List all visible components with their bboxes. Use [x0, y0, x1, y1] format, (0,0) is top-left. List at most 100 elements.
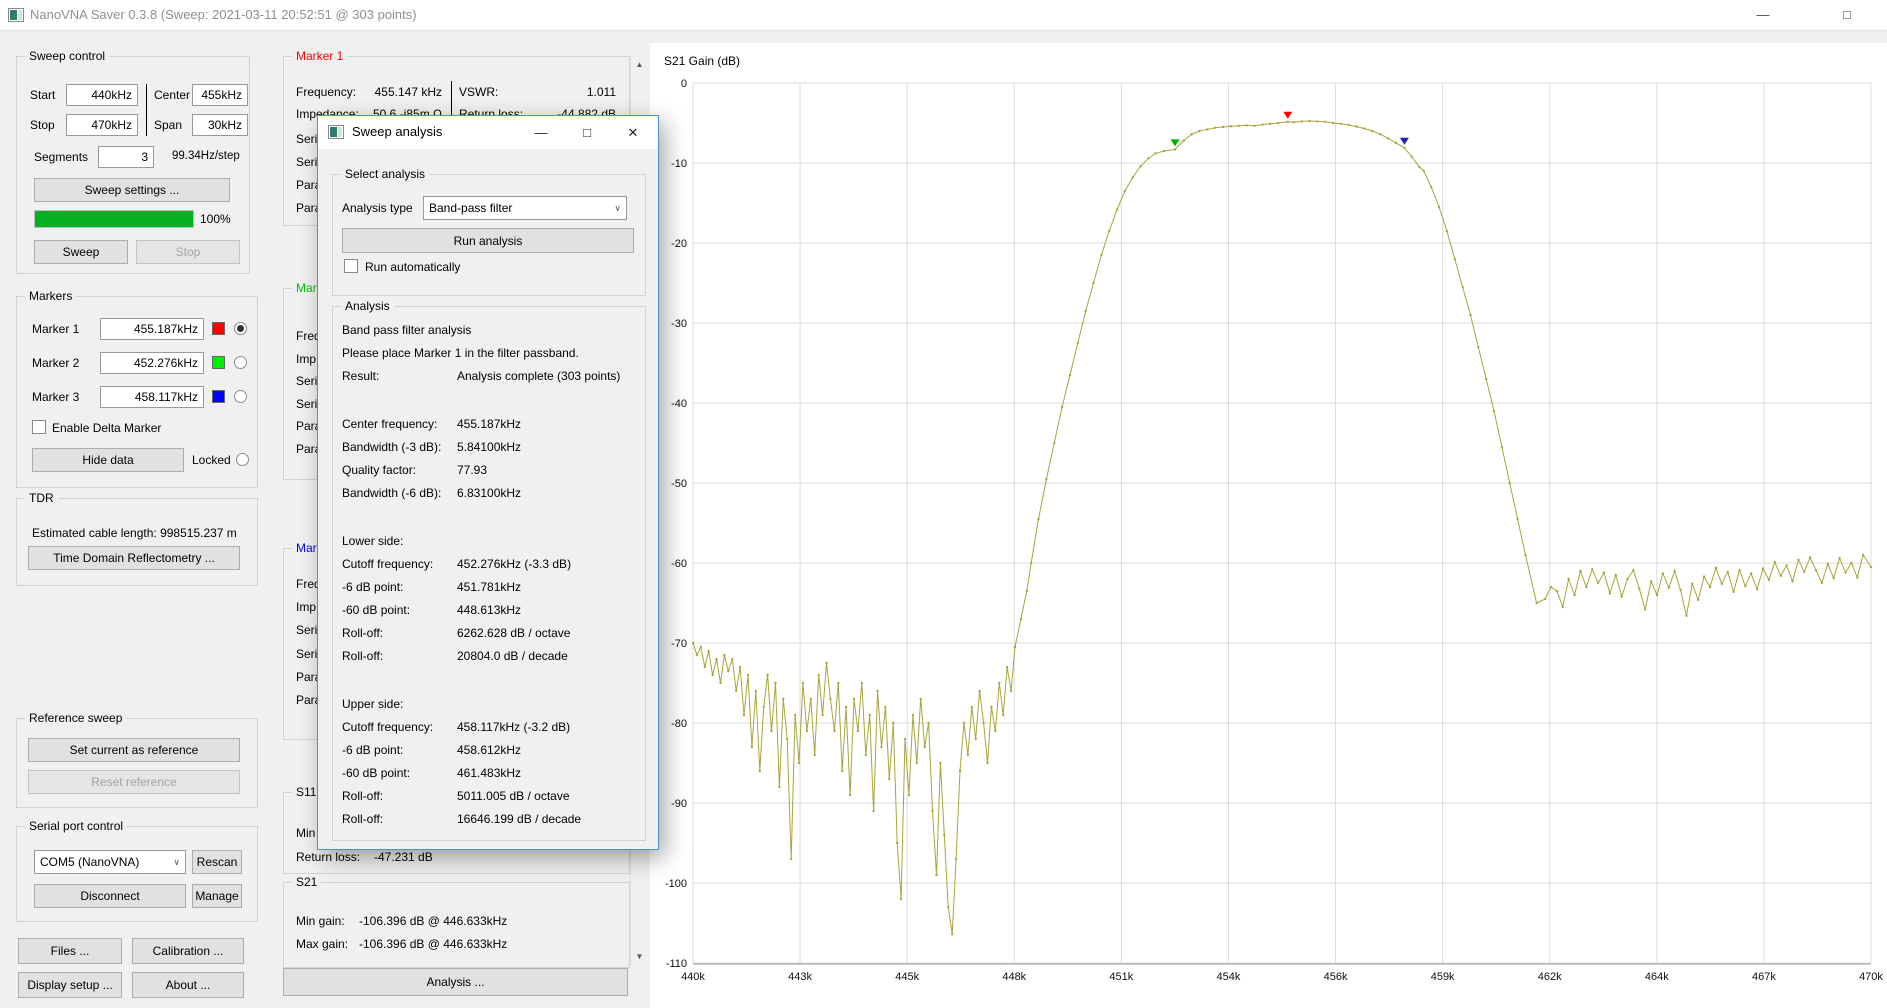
s21-trace-point — [1726, 570, 1729, 573]
s21-trace-point — [1445, 229, 1449, 233]
s21-trace-point — [1147, 157, 1150, 160]
m3-row-fragment: Seri — [296, 623, 318, 638]
s21-trace-point — [1516, 517, 1519, 521]
display-setup-button[interactable]: Display setup ... — [18, 972, 122, 998]
center-input[interactable]: 455kHz — [192, 84, 248, 106]
stop-button[interactable]: Stop — [136, 240, 240, 264]
chart-marker-1-icon[interactable] — [1283, 111, 1293, 119]
y-tick-label: -80 — [671, 718, 687, 730]
analysis-button[interactable]: Analysis ... — [283, 968, 628, 996]
s21-trace-point — [876, 689, 879, 693]
about-button[interactable]: About ... — [132, 972, 244, 998]
tdr-group: TDR — [16, 491, 258, 586]
s21-trace-point — [970, 705, 973, 709]
s21-trace-point — [1453, 257, 1456, 261]
x-tick-label: 451k — [1109, 971, 1133, 983]
result-row-label: -6 dB point: — [342, 743, 404, 757]
span-input[interactable]: 30kHz — [192, 114, 248, 136]
hide-data-button[interactable]: Hide data — [32, 448, 184, 472]
marker1-frequency-input[interactable]: 455.187kHz — [100, 318, 204, 340]
s21-trace-point — [1702, 575, 1706, 578]
m2-row-fragment: Seri — [296, 374, 318, 389]
s21-trace-point — [1549, 585, 1553, 589]
s21-trace-point — [837, 681, 840, 685]
s21-trace-point — [1869, 565, 1873, 569]
m1-row-fragment: Seri — [296, 155, 318, 169]
start-label: Start — [30, 88, 56, 102]
s21-trace-point — [829, 697, 832, 701]
marker1-radio[interactable] — [234, 322, 247, 335]
window-close-button[interactable]: ✕ — [1868, 0, 1887, 30]
m1-vswr-label: VSWR: — [459, 85, 499, 99]
s21-trace-point — [1555, 589, 1559, 593]
s21-trace-point — [860, 681, 863, 685]
s21-trace-point — [1655, 593, 1659, 597]
center-label: Center — [154, 88, 191, 102]
rescan-button[interactable]: Rescan — [192, 850, 242, 874]
s21-trace-point — [1649, 580, 1653, 583]
s21-trace-point — [1779, 574, 1782, 577]
result-row-label: Roll-off: — [342, 812, 384, 826]
s21-trace-point — [1053, 441, 1056, 445]
manage-button[interactable]: Manage — [192, 884, 242, 908]
s21-trace-point — [758, 769, 761, 773]
enable-delta-marker-checkbox[interactable] — [32, 420, 46, 434]
chart-marker-2-icon[interactable] — [1170, 139, 1180, 147]
segments-input[interactable]: 3 — [98, 146, 154, 168]
window-maximize-button[interactable]: □ — [1824, 0, 1870, 30]
s21-trace-point — [1025, 589, 1028, 593]
marker2-color-swatch[interactable] — [212, 356, 225, 369]
y-tick-label: -90 — [671, 798, 687, 810]
s21-trace-point — [1844, 571, 1847, 574]
marker3-frequency-input[interactable]: 458.117kHz — [100, 386, 204, 408]
scroll-up-icon[interactable]: ▲ — [631, 56, 648, 73]
result-row-label: Lower side: — [342, 534, 404, 548]
dialog-app-icon — [328, 125, 344, 139]
dialog-minimize-button[interactable]: — — [518, 116, 564, 149]
dialog-maximize-button[interactable]: □ — [564, 116, 610, 149]
serial-port-select[interactable]: COM5 (NanoVNA) ∨ — [34, 850, 186, 874]
s21-trace-point — [1292, 121, 1295, 124]
stop-input[interactable]: 470kHz — [66, 114, 138, 136]
s21-trace-point — [1602, 571, 1606, 574]
s21-trace-point — [994, 729, 997, 733]
calibration-button[interactable]: Calibration ... — [132, 938, 244, 964]
s21-trace-point — [1430, 185, 1433, 189]
sweep-settings-button[interactable]: Sweep settings ... — [34, 178, 230, 202]
reset-reference-button[interactable]: Reset reference — [28, 770, 240, 794]
start-input[interactable]: 440kHz — [66, 84, 138, 106]
marker1-color-swatch[interactable] — [212, 322, 225, 335]
window-minimize-button[interactable]: — — [1740, 0, 1786, 30]
marker3-color-swatch[interactable] — [212, 390, 225, 403]
s21-trace-point — [1331, 121, 1335, 125]
s21-trace-point — [931, 809, 934, 813]
s21-trace-point — [1561, 605, 1564, 609]
run-analysis-button[interactable]: Run analysis — [342, 228, 634, 253]
locked-radio[interactable] — [236, 453, 249, 466]
marker2-frequency-input[interactable]: 452.276kHz — [100, 352, 204, 374]
serial-port-group-label: Serial port control — [25, 819, 128, 833]
tdr-button[interactable]: Time Domain Reflectometry ... — [28, 546, 240, 570]
disconnect-button[interactable]: Disconnect — [34, 884, 186, 908]
analysis-type-select[interactable]: Band-pass filter ∨ — [423, 196, 627, 220]
s21-trace-point — [1750, 572, 1753, 575]
marker2-radio[interactable] — [234, 356, 247, 369]
marker3-radio[interactable] — [234, 390, 247, 403]
set-reference-button[interactable]: Set current as reference — [28, 738, 240, 762]
dialog-title-bar: Sweep analysis — □ ✕ — [318, 116, 658, 149]
files-button[interactable]: Files ... — [18, 938, 122, 964]
chart-marker-3-icon[interactable] — [1399, 137, 1409, 145]
result-row-value: 16646.199 dB / decade — [457, 812, 582, 826]
step-size-text: 99.34Hz/step — [172, 150, 240, 162]
m1-frequency-value: 455.147 kHz — [374, 85, 442, 99]
tdr-group-label: TDR — [25, 491, 58, 505]
s21-trace-point — [1579, 569, 1582, 573]
run-automatically-checkbox[interactable] — [344, 259, 358, 273]
scroll-down-icon[interactable]: ▼ — [631, 948, 648, 965]
dialog-close-button[interactable]: ✕ — [610, 116, 656, 149]
analysis-results-group: Analysis — [332, 299, 646, 841]
result-row-label: Bandwidth (-6 dB): — [342, 486, 442, 500]
analysis-type-value: Band-pass filter — [429, 201, 513, 215]
s21-trace-point — [1154, 152, 1157, 155]
sweep-button[interactable]: Sweep — [34, 240, 128, 264]
